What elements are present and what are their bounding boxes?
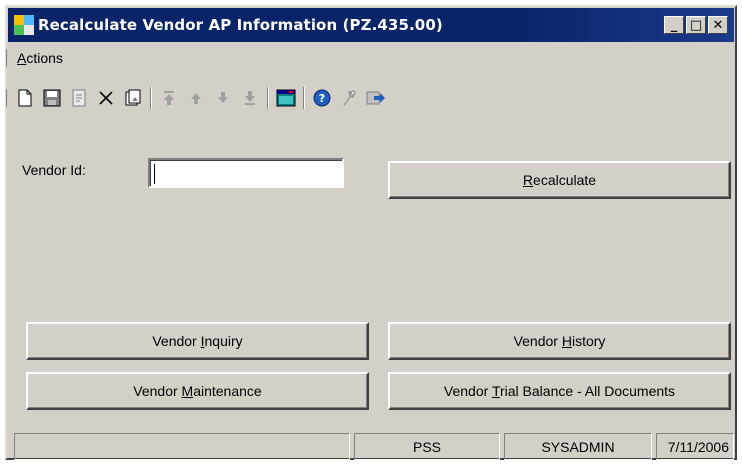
recalculate-button[interactable]: Recalculate (388, 161, 731, 199)
toolbar: ? (4, 84, 391, 112)
navigate-icon[interactable] (364, 86, 388, 110)
vendor-maintenance-button[interactable]: Vendor Maintenance (26, 372, 369, 410)
vendor-history-label: Vendor History (513, 333, 606, 349)
finish-icon[interactable] (67, 86, 91, 110)
toolbar-grip[interactable] (4, 89, 7, 107)
toolbar-separator (303, 87, 305, 109)
previous-icon[interactable] (184, 86, 208, 110)
vendor-id-label: Vendor Id: (22, 162, 86, 178)
vendor-id-input[interactable] (148, 158, 344, 188)
help-icon[interactable]: ? (310, 86, 334, 110)
menu-grip[interactable] (4, 49, 7, 67)
last-icon[interactable] (238, 86, 262, 110)
toolbar-separator (267, 87, 269, 109)
first-icon[interactable] (157, 86, 181, 110)
status-company: PSS (354, 433, 500, 460)
template-icon[interactable] (274, 86, 298, 110)
vendor-trial-balance-button[interactable]: Vendor Trial Balance - All Documents (388, 372, 731, 410)
vendor-trial-balance-label: Vendor Trial Balance - All Documents (443, 383, 676, 399)
close-button[interactable]: ✕ (708, 16, 728, 34)
minimize-icon: _ (670, 17, 678, 33)
vendor-history-button[interactable]: Vendor History (388, 322, 731, 360)
next-icon[interactable] (211, 86, 235, 110)
maximize-icon: □ (689, 17, 703, 33)
cancel-icon[interactable] (121, 86, 145, 110)
vendor-inquiry-button[interactable]: Vendor Inquiry (26, 322, 369, 360)
toolbar-separator (150, 87, 152, 109)
recalculate-button-label: Recalculate (522, 172, 597, 188)
status-date: 7/11/2006 (656, 433, 734, 460)
title-bar[interactable]: Recalculate Vendor AP Information (PZ.43… (8, 8, 734, 42)
status-user: SYSADMIN (504, 433, 652, 460)
app-icon[interactable] (14, 15, 34, 35)
status-bar: PSS SYSADMIN 7/11/2006 (14, 433, 736, 460)
new-icon[interactable] (13, 86, 37, 110)
vendor-inquiry-label: Vendor Inquiry (152, 333, 243, 349)
window-title: Recalculate Vendor AP Information (PZ.43… (38, 16, 443, 34)
delete-icon[interactable] (94, 86, 118, 110)
save-icon[interactable] (40, 86, 64, 110)
customize-icon[interactable] (337, 86, 361, 110)
close-icon: ✕ (712, 17, 724, 33)
vendor-maintenance-label: Vendor Maintenance (133, 383, 262, 399)
status-message (14, 433, 350, 460)
menu-item-actions[interactable]: Actions (17, 50, 63, 66)
maximize-button[interactable]: □ (686, 16, 706, 34)
svg-text:?: ? (319, 92, 325, 105)
menu-bar: Actions (4, 48, 63, 68)
minimize-button[interactable]: _ (664, 16, 684, 34)
text-cursor (154, 164, 155, 184)
